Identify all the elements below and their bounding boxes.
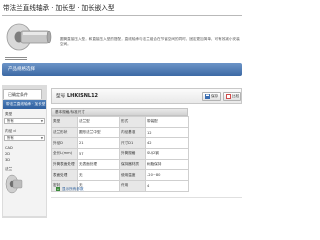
collapse-icon[interactable] [5, 57, 27, 61]
spec-key-cell: 全长L(mm) [51, 148, 78, 160]
spec-value-cell: 57 [77, 148, 120, 160]
spec-value-cell: 树脂保持 [145, 158, 189, 171]
spec-key-cell: 保持器材质 [119, 158, 146, 171]
filter-label-type: 类型 [5, 112, 13, 116]
filter-panel-header: 带法兰直线轴承 · 加长型 [3, 100, 46, 109]
spec-key-cell: 尺寸D1 [119, 137, 146, 150]
spec-key-cell: 形式 [119, 116, 146, 128]
spec-value-cell: 无表面处理 [77, 158, 120, 171]
filter-option-2d[interactable]: 2D [3, 152, 46, 157]
spec-value-cell: 带装配 [145, 116, 189, 128]
compare-icon [226, 94, 231, 99]
product-description: 圆筒直接压入型，和直接压入型的搭配，直线轴承与法兰组合在节省空间的同时，固定更加… [60, 37, 240, 46]
part-number-bar: 型号 LHKISNL12 保存 比较 [51, 88, 242, 104]
spec-key-cell: 外径D [51, 137, 78, 150]
spec-value-cell: 圆形法兰中型 [77, 126, 120, 139]
spec-key-cell: 表面处理 [51, 169, 78, 182]
product-image [6, 23, 52, 51]
page-title: 带法兰直线轴承 · 加长型 · 加长嵌入型 [3, 4, 115, 12]
compare-button[interactable]: 比较 [223, 92, 241, 101]
spec-row: 类型 法兰型 形式 带装配 [51, 116, 189, 128]
part-number-value: LHKISNL12 [67, 93, 99, 99]
spec-value-cell: 4 [145, 180, 189, 192]
spec-row: 法兰形状 圆形法兰中型 内径基准 12 [51, 126, 189, 139]
tab-confirmed-conditions[interactable]: 已确定条件 [3, 89, 42, 99]
show-all-parameters-link[interactable]: + 显示所有参数 [56, 187, 84, 192]
spec-value-cell: 21 [77, 137, 120, 150]
spec-table-title: 基本规格/标准尺寸 [51, 108, 188, 116]
filter-select-type[interactable]: 所有 ▼ [4, 118, 45, 124]
spec-table: 类型 法兰型 形式 带装配 法兰形状 圆形法兰中型 内径基准 12 外径D 21 尺寸D1 42 全长L… [51, 116, 189, 192]
product-page: 带法兰直线轴承 · 加长型 · 加长嵌入型 圆筒直接压入型，和直接压入型的搭配，… [0, 0, 244, 220]
spec-key-cell: 外筒表面处理 [51, 158, 78, 171]
spec-row: 外筒表面处理 无表面处理 保持器材质 树脂保持 [51, 158, 189, 171]
spec-key-cell: 外筒规格 [119, 148, 146, 160]
spec-value-cell: 12 [145, 126, 189, 139]
spec-key-cell: 许用 [119, 180, 146, 192]
divider [51, 197, 242, 198]
spec-row: 表面处理无使用温度 -20~80 [51, 169, 189, 182]
spec-row: 外径D 21 尺寸D1 42 [51, 137, 189, 150]
show-all-parameters-label: 显示所有参数 [62, 187, 84, 191]
compare-button-label: 比较 [232, 94, 240, 98]
chevron-down-icon: ▼ [40, 136, 43, 140]
spec-value-cell: -20~80 [145, 169, 189, 182]
spec-header-bar: 产品规格选择 [2, 63, 242, 76]
spec-row: 全长L(mm) 57 外筒规格 SUJ2钢 [51, 148, 189, 160]
save-button-label: 保存 [211, 94, 219, 98]
spec-header-label: 产品规格选择 [8, 67, 35, 72]
expand-icon: + [56, 187, 60, 191]
filter-panel-body: 类型 所有 ▼ 内径 d 所有 ▼ CAD 2D 3D 法兰 [3, 109, 46, 216]
save-icon [205, 94, 210, 99]
spec-value-cell: SUJ2钢 [145, 148, 189, 160]
filter-label-inner-diameter: 内径 d [5, 129, 16, 133]
spec-key-cell: 使用温度 [119, 169, 146, 182]
spec-key-cell: 法兰形状 [51, 126, 78, 139]
spec-value-cell: 法兰型 [77, 116, 120, 128]
spec-key-cell: 内径基准 [119, 126, 146, 139]
flange-thumbnail-image[interactable] [5, 173, 23, 195]
spec-value-cell: 42 [145, 137, 189, 150]
filter-select-inner-diameter-value: 所有 [7, 136, 14, 140]
filter-option-3d[interactable]: 3D [3, 158, 46, 163]
filter-select-type-value: 所有 [7, 119, 14, 123]
part-number-label: 型号 [56, 94, 66, 99]
filter-label-cad: CAD [5, 146, 13, 150]
save-button[interactable]: 保存 [202, 92, 221, 101]
spec-key-cell: 类型 [51, 116, 78, 128]
chevron-down-icon: ▼ [40, 119, 43, 123]
title-divider [2, 15, 242, 16]
filter-select-inner-diameter[interactable]: 所有 ▼ [4, 135, 45, 141]
filter-label-flange: 法兰 [5, 167, 13, 171]
spec-value-cell: 无 [77, 169, 120, 182]
